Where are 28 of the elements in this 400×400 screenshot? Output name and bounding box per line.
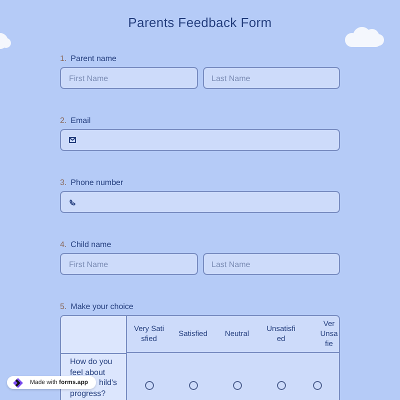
- phone-icon: [69, 198, 76, 206]
- row-question: progress?: [70, 388, 106, 399]
- form-title: Parents Feedback Form: [127, 14, 273, 30]
- question-number: 2.: [60, 116, 67, 125]
- question-label: Make your choice: [70, 302, 134, 311]
- envelope-icon: [69, 137, 76, 143]
- radio-button[interactable]: [188, 381, 198, 390]
- radio-button[interactable]: [144, 381, 154, 390]
- text-field[interactable]: First Name: [60, 67, 198, 89]
- text-field[interactable]: First Name: [60, 253, 198, 275]
- question-label: Parent name: [70, 54, 116, 63]
- row-question: hild's: [99, 378, 117, 388]
- question-number: 4.: [60, 240, 67, 249]
- radio-button[interactable]: [276, 381, 286, 390]
- question-number: 3.: [60, 178, 67, 187]
- text-field[interactable]: Last Name: [202, 253, 340, 275]
- question-number: 1.: [60, 54, 67, 63]
- email-field[interactable]: [60, 129, 340, 151]
- logo-icon: [11, 376, 25, 390]
- question-label: Phone number: [70, 178, 124, 187]
- radio-button[interactable]: [232, 381, 242, 390]
- cloud-icon: [344, 26, 384, 48]
- question-label: Email: [70, 116, 91, 125]
- question-label: Child name: [70, 240, 112, 249]
- radio-button[interactable]: [313, 381, 322, 390]
- question-number: 5.: [60, 302, 67, 311]
- text-field[interactable]: Last Name: [202, 67, 340, 89]
- phone-field[interactable]: [60, 191, 340, 213]
